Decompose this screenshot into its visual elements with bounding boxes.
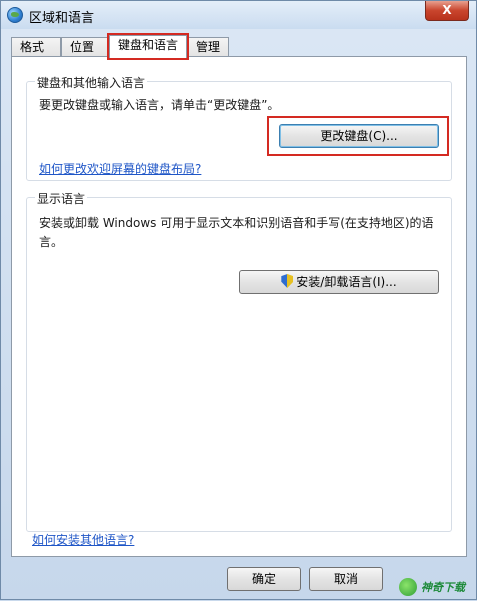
annotation-red-box	[267, 116, 449, 156]
window-title: 区域和语言	[29, 11, 95, 26]
install-button-label: 安装/卸载语言(I)...	[296, 275, 397, 289]
region-language-dialog: 区域和语言 X 格式 位置 键盘和语言 管理 键盘和其他输入语言 要更改键盘或输…	[0, 0, 477, 600]
install-other-languages-link[interactable]: 如何安装其他语言?	[32, 531, 134, 548]
display-group-title: 显示语言	[35, 190, 88, 207]
close-button[interactable]: X	[425, 1, 469, 21]
install-uninstall-button[interactable]: 安装/卸载语言(I)...	[239, 270, 439, 294]
keyboard-group: 键盘和其他输入语言 要更改键盘或输入语言，请单击“更改键盘”。 更改键盘(C).…	[26, 74, 452, 181]
welcome-layout-link[interactable]: 如何更改欢迎屏幕的键盘布局?	[39, 160, 201, 177]
tab-keyboards-languages[interactable]: 键盘和语言	[107, 33, 189, 60]
tab-location[interactable]: 位置	[61, 37, 109, 57]
tab-administrative[interactable]: 管理	[187, 37, 229, 57]
tab-panel: 键盘和其他输入语言 要更改键盘或输入语言，请单击“更改键盘”。 更改键盘(C).…	[11, 56, 467, 557]
cancel-button[interactable]: 取消	[309, 567, 383, 591]
display-description: 安装或卸载 Windows 可用于显示文本和识别语音和手写(在支持地区)的语言。	[39, 216, 434, 249]
watermark-text: 神奇下载	[421, 581, 465, 594]
watermark-logo-icon	[399, 578, 417, 596]
tab-formats[interactable]: 格式	[11, 37, 61, 57]
title-bar[interactable]: 区域和语言 X	[1, 1, 476, 29]
globe-icon	[7, 7, 23, 23]
display-language-group: 显示语言 安装或卸载 Windows 可用于显示文本和识别语音和手写(在支持地区…	[26, 190, 452, 532]
watermark: 神奇下载	[399, 573, 477, 601]
uac-shield-icon	[281, 274, 294, 288]
keyboard-group-title: 键盘和其他输入语言	[35, 74, 148, 91]
keyboard-description: 要更改键盘或输入语言，请单击“更改键盘”。	[39, 98, 280, 112]
ok-button[interactable]: 确定	[227, 567, 301, 591]
